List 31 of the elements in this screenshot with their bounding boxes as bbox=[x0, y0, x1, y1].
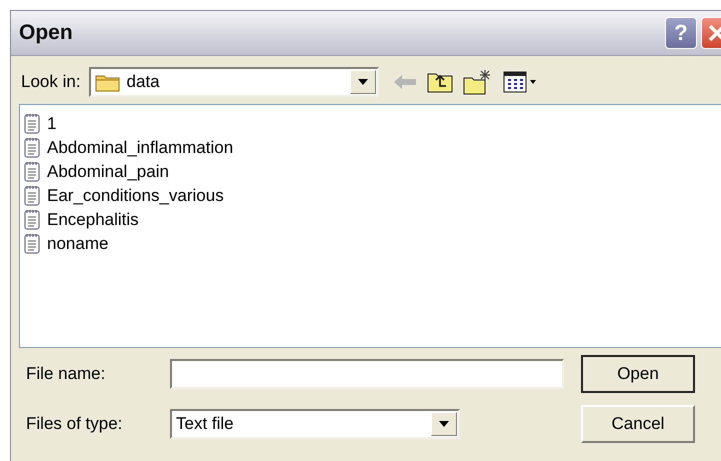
file-name[interactable]: Encephalitis bbox=[47, 210, 139, 230]
file-name[interactable]: Abdominal_pain bbox=[47, 162, 169, 182]
caret-icon bbox=[358, 79, 368, 85]
file-name[interactable]: Ear_conditions_various bbox=[47, 186, 224, 206]
file-name-field[interactable] bbox=[170, 359, 564, 389]
file-type-label: Files of type: bbox=[26, 414, 124, 434]
file-name-label: File name: bbox=[26, 364, 106, 384]
dropdown-button[interactable] bbox=[350, 70, 376, 94]
new-folder-icon[interactable] bbox=[462, 69, 493, 95]
dropdown-button[interactable] bbox=[431, 412, 457, 436]
up-folder-icon[interactable] bbox=[426, 71, 453, 93]
text-file-icon bbox=[24, 233, 40, 254]
view-menu-icon[interactable] bbox=[502, 71, 537, 93]
dropdown-field[interactable]: Text file bbox=[170, 409, 460, 439]
file-name[interactable]: 1 bbox=[47, 114, 56, 134]
close-icon bbox=[707, 23, 721, 43]
text-file-icon bbox=[24, 185, 40, 206]
caret-icon bbox=[439, 421, 449, 427]
text-file-icon bbox=[24, 209, 40, 230]
file-name[interactable]: noname bbox=[47, 234, 108, 254]
text-file-icon bbox=[24, 137, 40, 158]
dropdown-field[interactable]: data bbox=[88, 67, 379, 97]
text-file-icon bbox=[24, 161, 40, 182]
file-name[interactable]: Abdominal_inflammation bbox=[47, 138, 234, 158]
text-file-icon bbox=[24, 113, 40, 134]
dropdown-value: data bbox=[126, 72, 161, 92]
window-title: Open bbox=[19, 21, 74, 45]
look-in-label: Look in: bbox=[21, 72, 81, 92]
open-button[interactable]: Open bbox=[581, 355, 695, 393]
cancel-button[interactable]: Cancel bbox=[581, 405, 695, 443]
dropdown-value: Text file bbox=[176, 414, 235, 434]
